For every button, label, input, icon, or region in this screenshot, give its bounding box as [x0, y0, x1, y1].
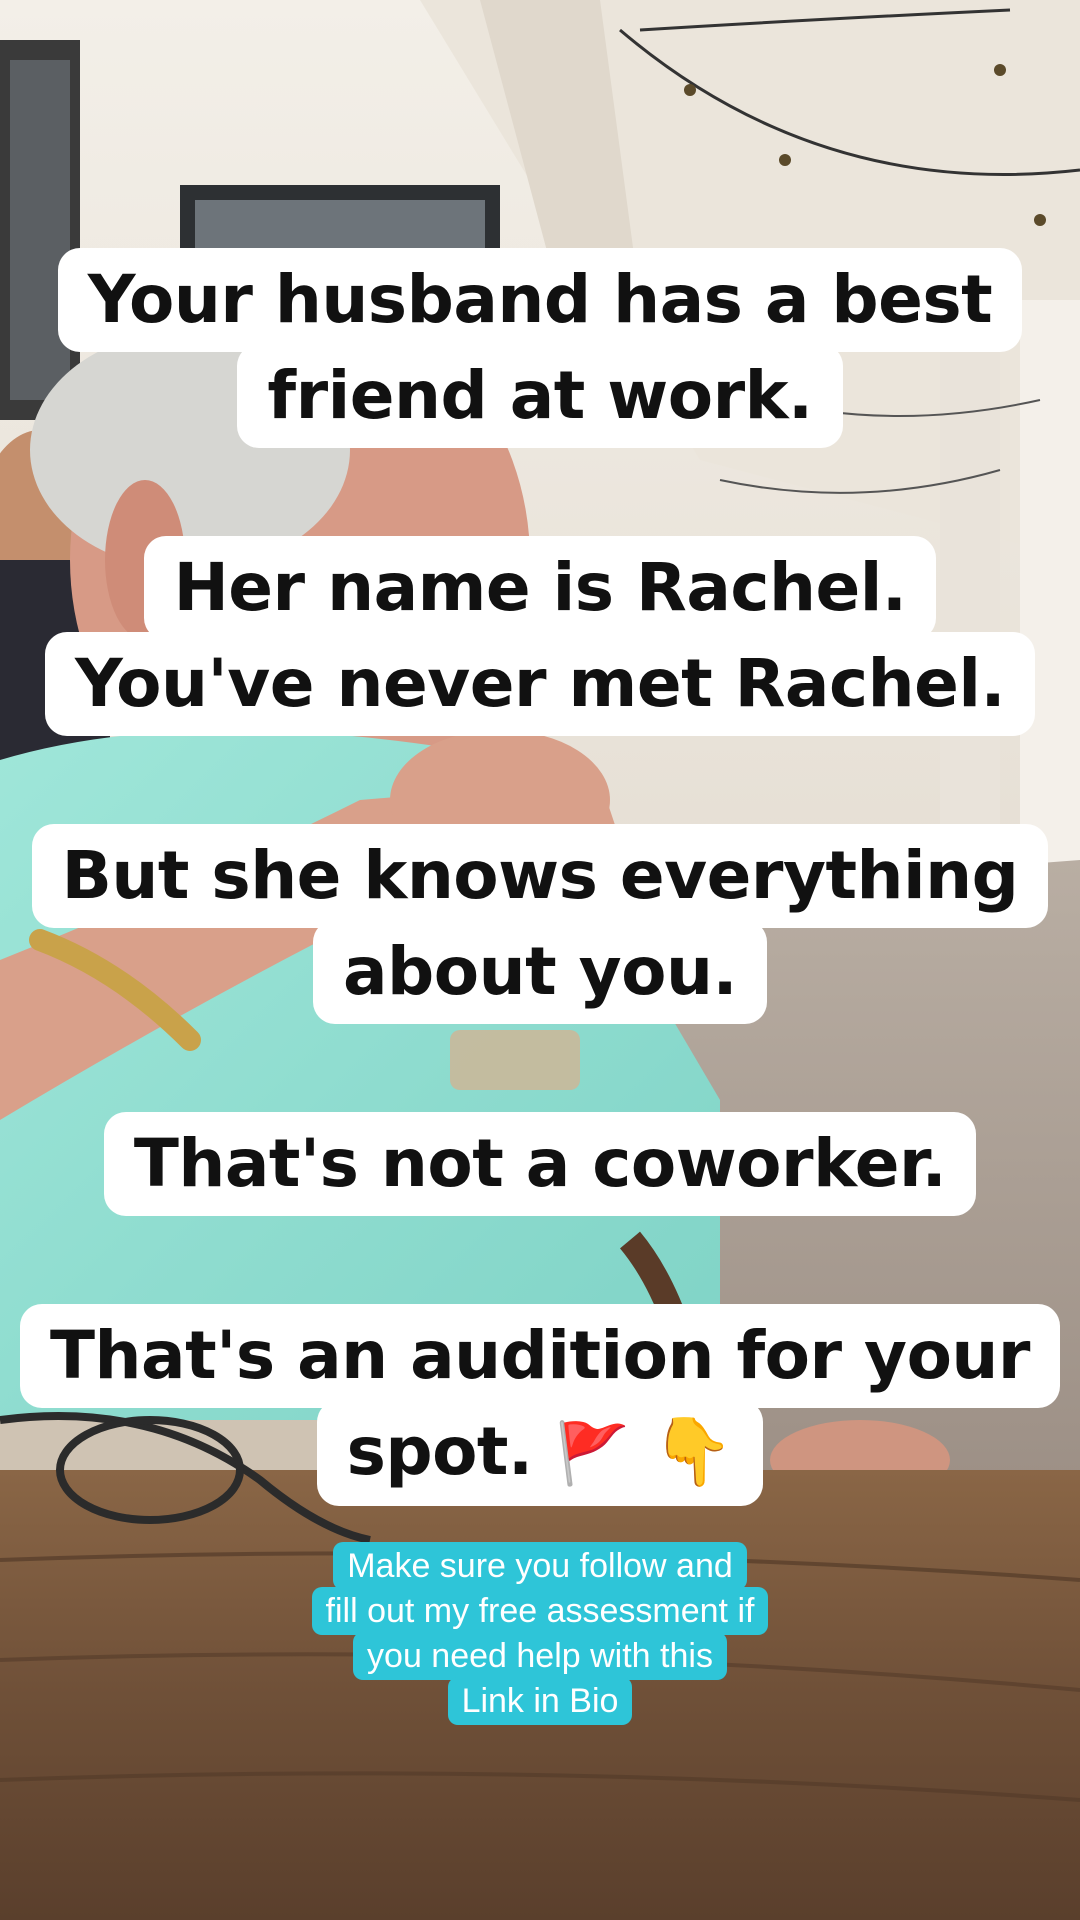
- caption-1: Your husband has a best friend at work.: [0, 248, 1080, 448]
- caption-5-line-2: spot. 🚩 👇: [316, 1400, 764, 1506]
- cta-line-4: Link in Bio: [447, 1677, 633, 1725]
- caption-2-line-1: Her name is Rachel.: [143, 536, 937, 640]
- red-flag-icon: 🚩: [555, 1419, 630, 1489]
- caption-5: That's an audition for your spot. 🚩 👇: [0, 1304, 1080, 1506]
- caption-4: That's not a coworker.: [0, 1112, 1080, 1216]
- cta-line-3: you need help with this: [353, 1632, 727, 1680]
- caption-1-line-1: Your husband has a best: [57, 248, 1023, 352]
- cta-line-1: Make sure you follow and: [333, 1542, 747, 1590]
- caption-1-line-2: friend at work.: [237, 344, 843, 448]
- pointing-down-icon: 👇: [651, 1413, 734, 1490]
- caption-2: Her name is Rachel. You've never met Rac…: [0, 536, 1080, 736]
- caption-4-line-1: That's not a coworker.: [103, 1112, 977, 1216]
- cta-line-2: fill out my free assessment if: [311, 1587, 769, 1635]
- caption-5-line-2-text: spot.: [346, 1413, 534, 1490]
- caption-3: But she knows everything about you.: [0, 824, 1080, 1024]
- caption-3-line-1: But she knows everything: [31, 824, 1049, 928]
- caption-2-line-2: You've never met Rachel.: [44, 632, 1036, 736]
- caption-5-line-1: That's an audition for your: [20, 1304, 1060, 1408]
- cta-caption: Make sure you follow and fill out my fre…: [0, 1542, 1080, 1725]
- caption-3-line-2: about you.: [312, 920, 768, 1024]
